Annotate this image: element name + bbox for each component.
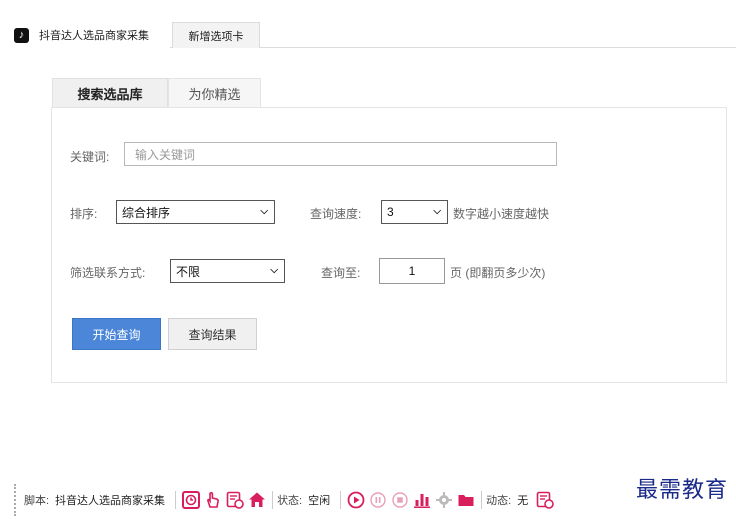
tiktok-icon: ♪ (14, 27, 29, 43)
query-pages-input[interactable]: 1 (379, 258, 445, 284)
speed-hint: 数字越小速度越快 (453, 207, 550, 221)
tab-recommended[interactable]: 为你精选 (168, 78, 261, 108)
keyword-input[interactable]: 输入关键词 (124, 142, 557, 166)
state-value: 空闲 (308, 495, 331, 507)
clock-icon[interactable] (182, 491, 201, 509)
tab-label: 为你精选 (188, 87, 241, 102)
query-to-label: 查询至: (321, 266, 361, 280)
schedule-icon[interactable] (226, 491, 244, 509)
keyword-label: 关键词: (70, 150, 110, 164)
sort-label: 排序: (70, 207, 98, 221)
watermark: 最需教育 (635, 477, 728, 502)
gear-icon[interactable] (435, 491, 453, 509)
tab-search-library[interactable]: 搜索选品库 (52, 78, 168, 108)
contact-label: 筛选联系方式: (70, 266, 146, 280)
button-label: 开始查询 (92, 327, 141, 342)
chevron-down-icon: ⌵ (433, 205, 441, 217)
chevron-down-icon: ⌵ (260, 205, 268, 217)
divider (272, 491, 274, 509)
folder-icon[interactable] (457, 491, 475, 509)
divider (175, 491, 177, 509)
speed-select[interactable]: 3 ⌵ (381, 200, 448, 224)
divider (481, 491, 483, 509)
query-results-button[interactable]: 查询结果 (168, 318, 257, 350)
home-icon[interactable] (248, 491, 266, 509)
status-bar: 脚本: 抖音达人选品商家采集 状态: 空闲 动态: 无 (14, 484, 736, 516)
sort-value: 综合排序 (122, 205, 171, 220)
query-pages-value: 1 (408, 264, 416, 278)
query-to-suffix: 页 (即翻页多少次) (450, 266, 546, 280)
contact-select[interactable]: 不限 ⌵ (170, 259, 285, 283)
app-tab-label: 新增选项卡 (188, 30, 244, 43)
start-query-button[interactable]: 开始查询 (72, 318, 161, 350)
sort-select[interactable]: 综合排序 ⌵ (116, 200, 275, 224)
app-tab-new[interactable]: 新增选项卡 (172, 22, 260, 48)
contact-value: 不限 (176, 264, 201, 279)
keyword-placeholder: 输入关键词 (135, 147, 196, 162)
tab-label: 搜索选品库 (77, 87, 143, 102)
script-value: 抖音达人选品商家采集 (55, 495, 166, 507)
state-label: 状态: (277, 495, 303, 507)
app-tab-label: 抖音达人选品商家采集 (39, 30, 149, 42)
stop-icon[interactable] (391, 491, 409, 509)
speed-value: 3 (387, 205, 394, 219)
chevron-down-icon: ⌵ (270, 264, 278, 276)
speed-label: 查询速度: (310, 207, 362, 221)
bar-chart-icon[interactable] (413, 491, 431, 509)
app-tab-douyin[interactable]: ♪ 抖音达人选品商家采集 (14, 22, 170, 48)
hand-pointer-icon[interactable] (204, 491, 222, 509)
pause-icon[interactable] (369, 491, 387, 509)
play-icon[interactable] (347, 491, 365, 509)
script-label: 脚本: (24, 495, 50, 507)
app-tab-bar: ♪ 抖音达人选品商家采集 新增选项卡 (14, 22, 736, 48)
button-label: 查询结果 (188, 327, 237, 342)
task-log-icon[interactable] (536, 491, 554, 509)
divider (340, 491, 342, 509)
dynamic-label: 动态: (486, 495, 512, 507)
dynamic-value: 无 (517, 495, 529, 507)
